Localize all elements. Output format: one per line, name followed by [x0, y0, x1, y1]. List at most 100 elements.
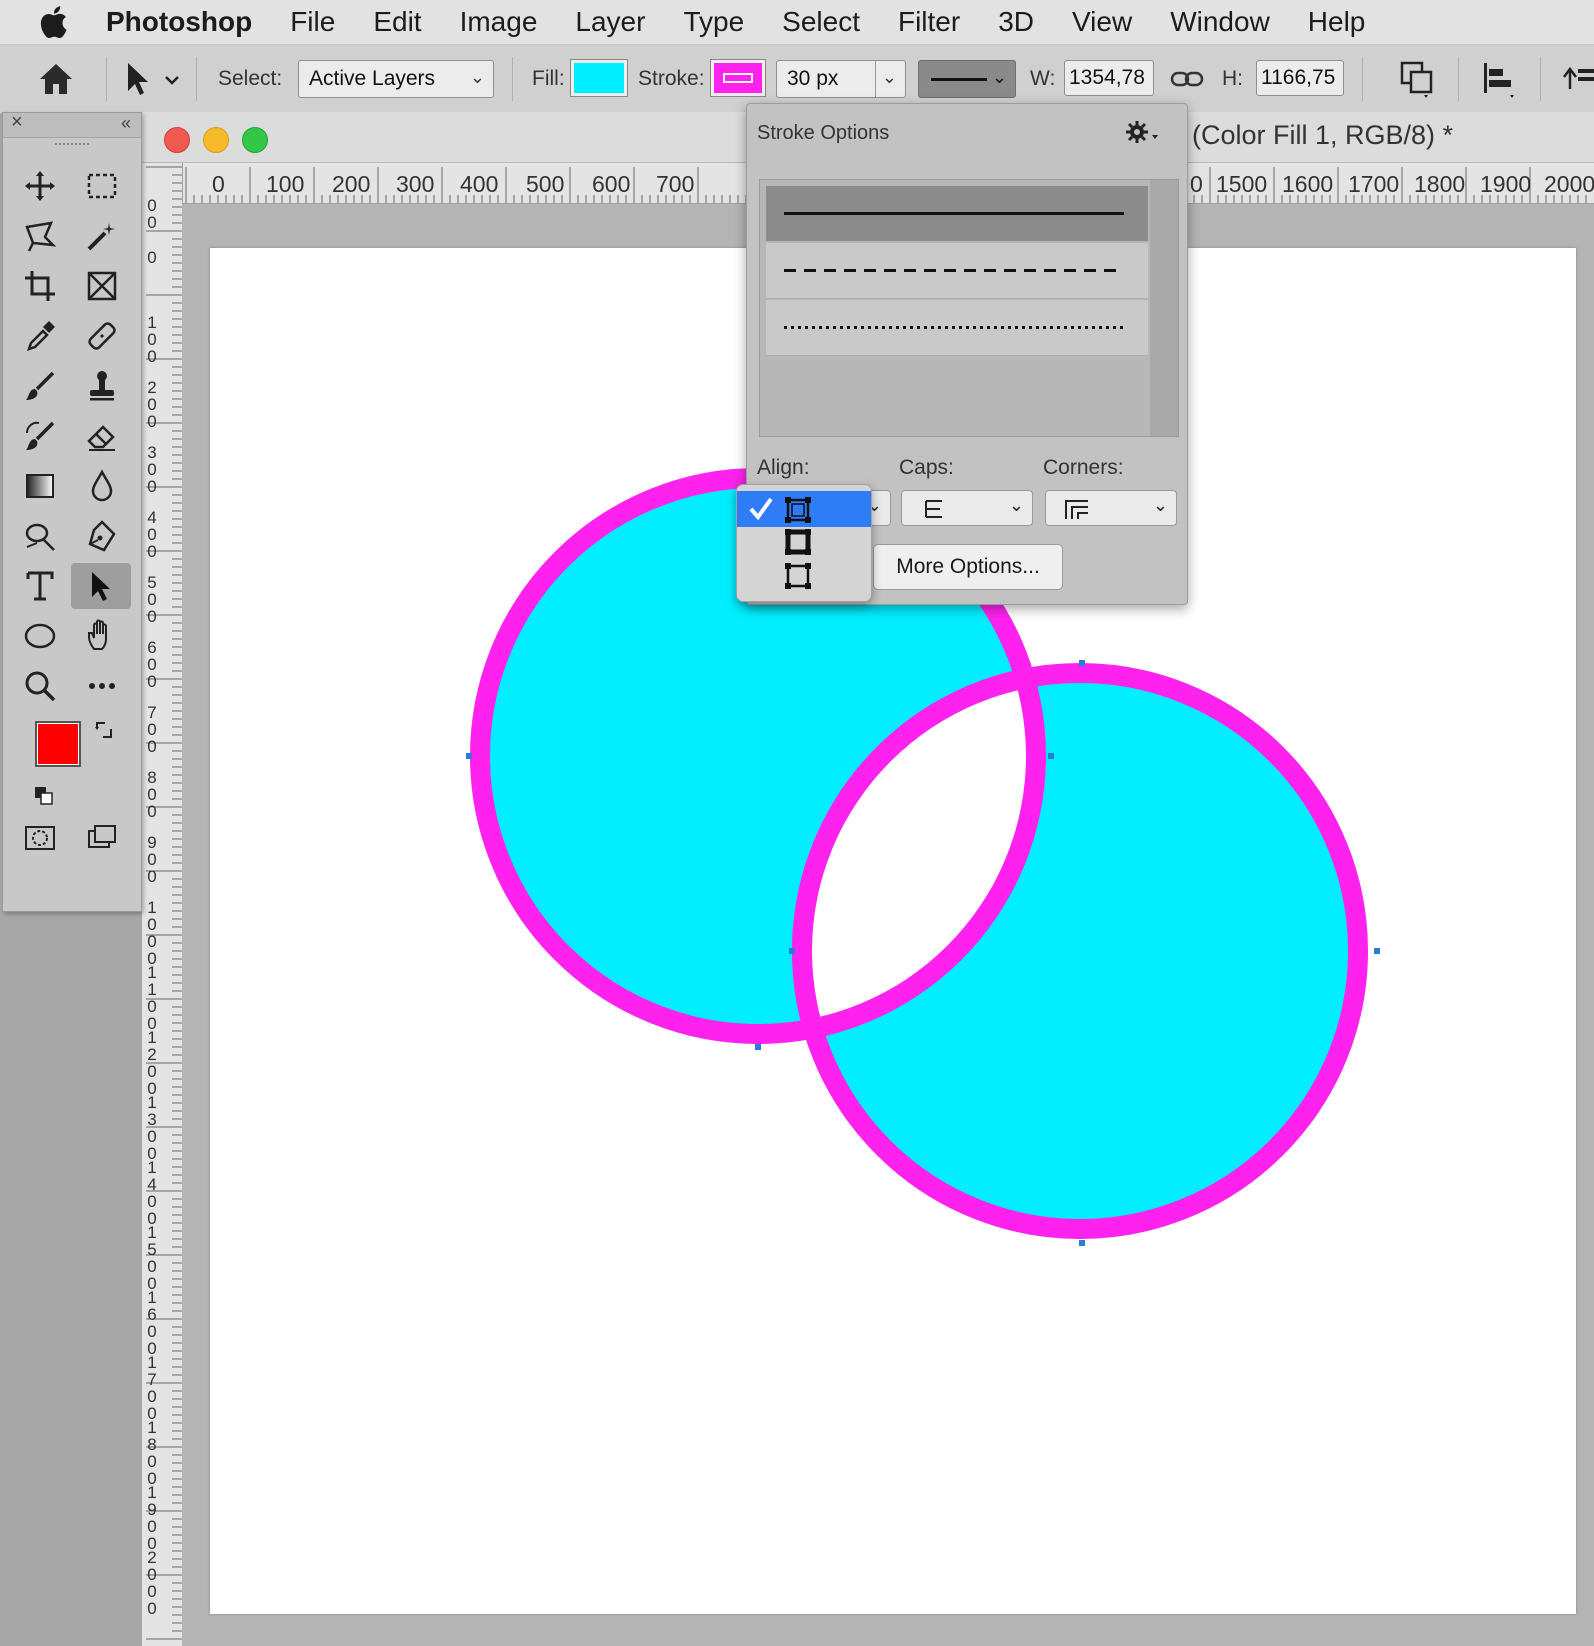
select-label: Select:	[218, 67, 283, 90]
move-tool[interactable]	[15, 163, 65, 209]
ellipse-icon	[24, 623, 56, 649]
eyedropper-tool[interactable]	[15, 313, 65, 359]
gradient-tool[interactable]	[15, 463, 65, 509]
more-options-button[interactable]: More Options...	[873, 544, 1063, 590]
stroke-style-dashed[interactable]	[766, 243, 1148, 299]
more-tools[interactable]	[77, 663, 127, 709]
separator	[196, 57, 197, 101]
link-icon[interactable]	[1170, 67, 1204, 91]
stroke-style-list[interactable]	[759, 179, 1179, 437]
ellipse-tool[interactable]	[15, 613, 65, 659]
ruler-label: 300	[396, 171, 435, 197]
eyedropper-icon	[27, 321, 55, 351]
zoom-tool[interactable]	[15, 663, 65, 709]
collapse-icon[interactable]: «	[121, 113, 131, 134]
corner-miter-icon	[1065, 500, 1088, 519]
path-alignment-icon[interactable]	[1480, 59, 1520, 99]
stroke-style-solid[interactable]	[766, 186, 1148, 242]
scrollbar[interactable]	[1150, 180, 1178, 436]
menu-view[interactable]: View	[1072, 6, 1132, 38]
path-selection-tool-preset[interactable]	[124, 59, 180, 99]
pen-tool[interactable]	[77, 513, 127, 559]
height-label: H:	[1222, 67, 1243, 90]
chevron-down-icon: ⌄	[881, 67, 897, 87]
history-brush-tool[interactable]	[15, 413, 65, 459]
grip-icon[interactable]	[55, 143, 89, 151]
align-option-center[interactable]	[737, 525, 871, 561]
ruler-label: 1 7 0 0	[147, 1353, 157, 1423]
menu-image[interactable]: Image	[460, 6, 538, 38]
healing-brush-tool[interactable]	[77, 313, 127, 359]
menu-window[interactable]: Window	[1170, 6, 1270, 38]
align-option-outside[interactable]	[737, 559, 871, 595]
blur-tool[interactable]	[77, 463, 127, 509]
separator	[106, 57, 107, 101]
menu-type[interactable]: Type	[683, 6, 744, 38]
menu-help[interactable]: Help	[1308, 6, 1366, 38]
select-dropdown[interactable]: Active Layers ⌄	[298, 60, 494, 98]
menu-layer[interactable]: Layer	[575, 6, 645, 38]
fill-swatch[interactable]	[570, 59, 628, 97]
path-arrangement-icon[interactable]	[1560, 59, 1594, 99]
hand-icon	[88, 619, 107, 650]
stroke-type-dropdown[interactable]: ⌄	[918, 60, 1016, 98]
gear-icon[interactable]	[1125, 118, 1161, 148]
separator	[512, 57, 513, 101]
align-option-inside[interactable]	[737, 491, 871, 527]
ruler-label: 1 5 0 0	[147, 1223, 157, 1293]
close-window-button[interactable]	[164, 127, 190, 153]
swap-colors-icon[interactable]	[93, 719, 115, 741]
default-colors-icon[interactable]	[33, 785, 55, 807]
height-field[interactable]: 1166,75	[1256, 60, 1344, 96]
rectangular-marquee-icon	[87, 173, 117, 199]
menu-edit[interactable]: Edit	[373, 6, 421, 38]
eraser-tool[interactable]	[77, 413, 127, 459]
minimize-window-button[interactable]	[203, 127, 229, 153]
path-selection-tool[interactable]	[71, 563, 131, 609]
tools-panel: × «	[2, 111, 142, 912]
ruler-label: 1900	[1480, 171, 1532, 197]
ruler-label: 3 0 0	[147, 443, 157, 496]
gradient-icon	[26, 474, 54, 498]
ruler-label: 8 0 0	[147, 768, 157, 821]
zoom-window-button[interactable]	[242, 127, 268, 153]
path-operations-icon[interactable]	[1398, 59, 1438, 99]
frame-tool[interactable]	[77, 263, 127, 309]
ruler-label: 1 1 0 0	[147, 963, 157, 1033]
move-icon	[25, 171, 55, 201]
ruler-vertical: 0 0 0 1 0 0 2 0 0 3 0 0 4 0 0 5 0 0 6 0 0 7 0 0 8…	[142, 163, 183, 1646]
stroke-style-dotted[interactable]	[766, 300, 1148, 356]
polygonal-lasso-icon	[25, 221, 57, 252]
stroke-align-outside-icon	[785, 563, 811, 589]
brush-tool[interactable]	[15, 363, 65, 409]
stroke-width-field[interactable]: 30 px ⌄	[776, 60, 906, 98]
stroke-swatch[interactable]	[710, 59, 766, 97]
lasso-tool[interactable]	[15, 213, 65, 259]
dodge-tool[interactable]	[15, 513, 65, 559]
hand-tool[interactable]	[77, 613, 127, 659]
type-tool[interactable]	[15, 563, 65, 609]
apple-icon[interactable]	[38, 5, 78, 39]
menu-select[interactable]: Select	[782, 6, 860, 38]
menu-filter[interactable]: Filter	[898, 6, 960, 38]
pen-icon	[88, 520, 116, 552]
crop-icon	[25, 271, 55, 301]
magic-wand-tool[interactable]	[77, 213, 127, 259]
quick-mask-button[interactable]	[15, 815, 65, 861]
close-icon[interactable]: ×	[11, 111, 23, 134]
ruler-label: 1 2 0 0	[147, 1028, 157, 1098]
ruler-label: 1600	[1282, 171, 1334, 197]
menu-photoshop[interactable]: Photoshop	[106, 6, 252, 38]
menu-3d[interactable]: 3D	[998, 6, 1034, 38]
clone-stamp-tool[interactable]	[77, 363, 127, 409]
caps-dropdown[interactable]: ⌄	[901, 490, 1033, 526]
type-icon	[26, 571, 54, 601]
marquee-tool[interactable]	[77, 163, 127, 209]
screen-mode-button[interactable]	[77, 815, 127, 861]
menu-file[interactable]: File	[290, 6, 335, 38]
home-icon[interactable]	[36, 59, 76, 99]
width-field[interactable]: 1354,78	[1064, 60, 1154, 96]
crop-tool[interactable]	[15, 263, 65, 309]
foreground-color-swatch[interactable]	[35, 721, 81, 767]
corners-dropdown[interactable]: ⌄	[1045, 490, 1177, 526]
